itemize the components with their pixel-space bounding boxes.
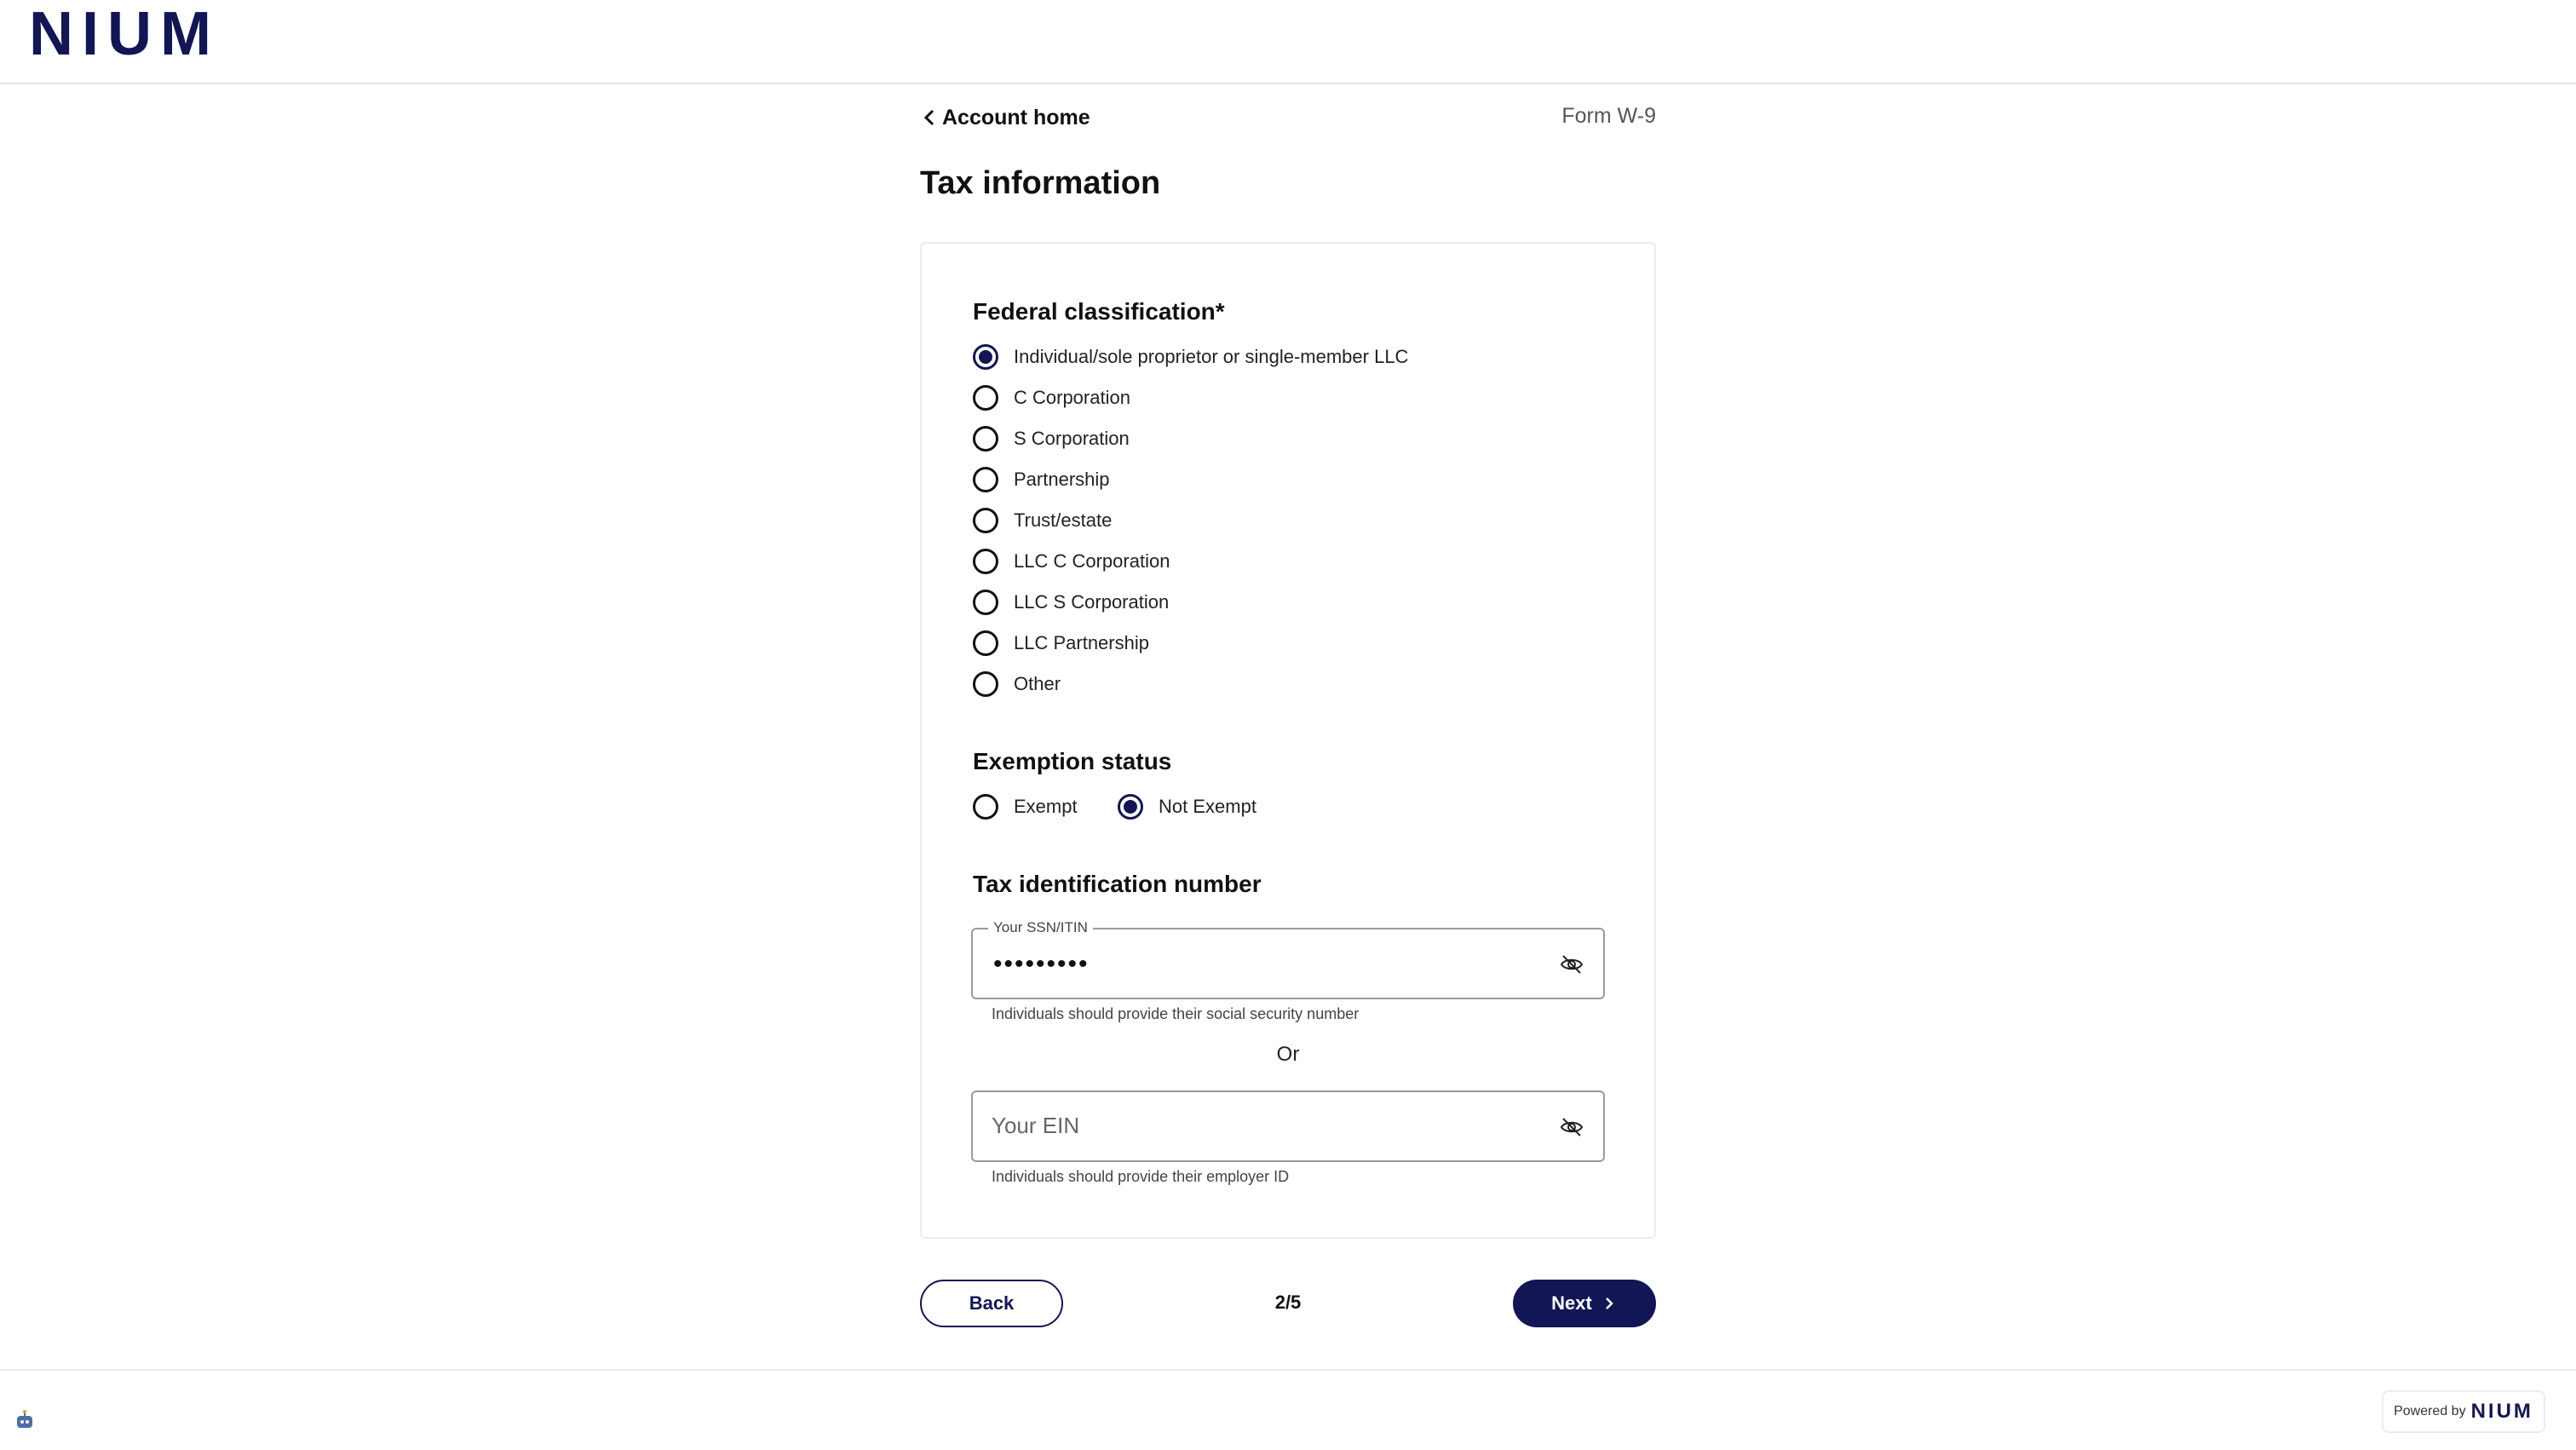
powered-by-text: Powered by <box>2394 1404 2466 1418</box>
chevron-right-icon <box>1605 1298 1613 1309</box>
footer-nav: Back 2/5 Next <box>920 85 1656 1372</box>
next-button[interactable]: Next <box>1513 1280 1656 1327</box>
top-bar: NIUM <box>0 0 2576 84</box>
next-button-label: Next <box>1551 1292 1592 1314</box>
robot-icon[interactable] <box>14 1409 36 1431</box>
powered-by-badge[interactable]: Powered by NIUM <box>2382 1390 2545 1433</box>
footer-divider <box>0 1369 2576 1371</box>
powered-by-logo: NIUM <box>2470 1400 2533 1423</box>
nium-logo[interactable]: NIUM <box>29 2 220 66</box>
